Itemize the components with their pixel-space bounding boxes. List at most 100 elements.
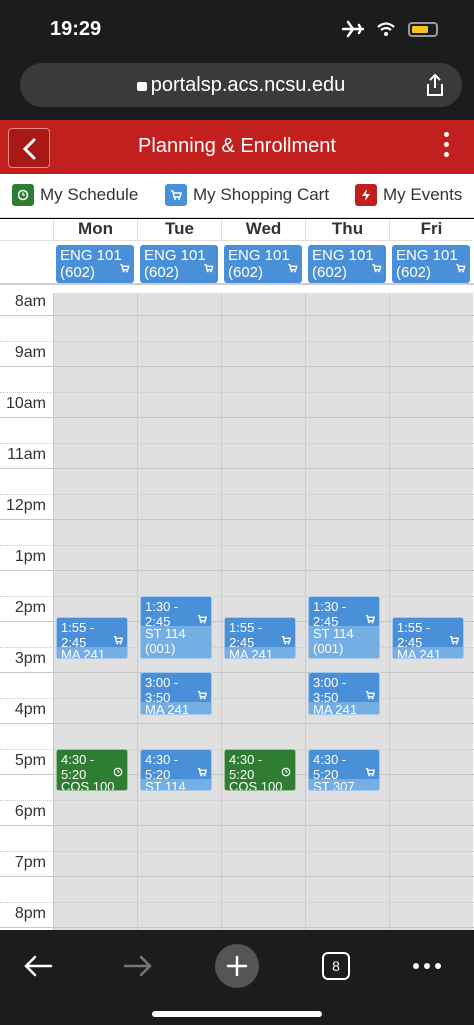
- day-header-fri: Fri: [389, 219, 473, 241]
- forward-arrow-icon[interactable]: [116, 944, 160, 988]
- home-indicator: [152, 1011, 322, 1017]
- half-hour-line: [0, 391, 474, 393]
- half-hour-line: [0, 901, 474, 903]
- legend-label: My Events: [383, 185, 463, 204]
- legend-my-schedule[interactable]: My Schedule: [12, 184, 138, 206]
- address-bar[interactable]: portalsp.acs.ncsu.edu: [20, 63, 462, 107]
- cart-event[interactable]: 1:55 - 2:45 MA 241: [56, 616, 128, 660]
- browser-toolbar: portalsp.acs.ncsu.edu: [0, 60, 474, 120]
- share-icon[interactable]: [424, 73, 446, 97]
- cart-event[interactable]: 4:30 - 5:20 ST 114: [140, 748, 212, 791]
- half-hour-line: [0, 493, 474, 495]
- event-course: MA 241: [61, 646, 106, 660]
- day-header-mon: Mon: [53, 219, 137, 241]
- event-course: MA 241: [397, 646, 442, 660]
- cart-event[interactable]: 3:00 - 3:50 MA 241: [308, 672, 380, 715]
- half-hour-line: [0, 544, 474, 546]
- legend-my-shopping-cart[interactable]: My Shopping Cart: [165, 184, 329, 206]
- event-body: COS 100: [57, 778, 127, 790]
- tabs-button[interactable]: 8: [322, 952, 350, 980]
- cart-icon: [165, 184, 187, 206]
- hour-line: [0, 366, 474, 367]
- event-course: MA 241: [229, 646, 274, 660]
- cart-icon: [203, 262, 214, 279]
- event-body: MA 241: [309, 702, 379, 714]
- hour-line: [0, 570, 474, 571]
- all-day-event[interactable]: ENG 101 (602): [56, 245, 134, 283]
- event-course: COS 100: [229, 778, 283, 791]
- day-header-thu: Thu: [305, 219, 389, 241]
- event-time: 4:30 - 5:20: [313, 751, 347, 782]
- half-hour-line: [0, 442, 474, 444]
- url-text: portalsp.acs.ncsu.edu: [150, 74, 346, 96]
- event-body: ST 114: [141, 778, 211, 790]
- lock-icon: [136, 82, 147, 91]
- all-day-row: ENG 101 (602) ENG 101 (602) ENG 101 (602) ENG …: [0, 241, 474, 285]
- schedule-event[interactable]: 4:30 - 5:20 COS 100: [56, 748, 128, 791]
- time-label: 7pm: [14, 854, 46, 871]
- event-body: MA 241: [225, 646, 295, 660]
- cart-event[interactable]: 4:30 - 5:20 ST 307: [308, 748, 380, 791]
- more-options-icon[interactable]: [405, 944, 449, 988]
- event-section: (001): [313, 640, 344, 656]
- cart-event[interactable]: 3:00 - 3:50 MA 241: [140, 672, 212, 715]
- legend-my-events[interactable]: My Events: [355, 184, 462, 206]
- event-course: ST 114: [313, 625, 354, 641]
- calendar-legend: My Schedule My Shopping Cart My Events: [0, 174, 474, 218]
- time-label: 8am: [14, 293, 46, 310]
- new-tab-plus-icon[interactable]: [215, 944, 259, 988]
- time-label: 4pm: [14, 701, 46, 718]
- all-day-event[interactable]: ENG 101 (602): [224, 245, 302, 283]
- cart-icon: [455, 262, 466, 279]
- week-calendar: Mon Tue Wed Thu Fri ENG 101 (602) ENG 101 (602)…: [0, 219, 474, 930]
- event-body: ST 114 (001): [309, 625, 379, 659]
- wifi-icon: [377, 22, 395, 36]
- cart-event[interactable]: 1:30 - 2:45 ST 114 (001): [140, 595, 212, 660]
- time-grid: 8am 9am 10am 11am 12pm 1pm 2pm 3pm 4pm 5pm 6pm 7pm 8…: [0, 293, 474, 930]
- hour-line: [0, 672, 474, 673]
- time-label: 3pm: [14, 650, 46, 667]
- event-time: 1:55 - 2:45: [397, 619, 431, 650]
- cart-event[interactable]: 1:55 - 2:45 MA 241: [224, 616, 296, 660]
- status-bar: 19:29: [0, 0, 474, 60]
- time-label: 9am: [14, 344, 46, 361]
- all-day-event[interactable]: ENG 101 (602): [392, 245, 470, 283]
- event-body: ST 114 (001): [141, 625, 211, 659]
- cart-icon: [287, 262, 298, 279]
- time-label: 5pm: [14, 752, 46, 769]
- event-body: ST 307: [309, 778, 379, 791]
- event-course: MA 241: [145, 702, 190, 715]
- more-menu-icon[interactable]: [438, 132, 454, 162]
- hour-line: [0, 876, 474, 877]
- hour-line: [0, 723, 474, 724]
- legend-label: My Schedule: [40, 185, 139, 204]
- all-day-event[interactable]: ENG 101 (602): [308, 245, 386, 283]
- hour-line: [0, 315, 474, 316]
- hour-line: [0, 468, 474, 469]
- time-label: 8pm: [14, 905, 46, 922]
- event-section: (001): [145, 640, 176, 656]
- event-time: 3:00 - 3:50: [313, 675, 347, 705]
- cart-icon: [371, 262, 382, 279]
- cart-event[interactable]: 1:30 - 2:45 ST 114 (001): [308, 595, 380, 660]
- back-arrow-icon[interactable]: [16, 944, 60, 988]
- event-body: MA 241: [141, 702, 211, 714]
- all-day-event[interactable]: ENG 101 (602): [140, 245, 218, 283]
- cart-event[interactable]: 1:55 - 2:45 MA 241: [392, 616, 464, 660]
- day-header-wed: Wed: [221, 219, 305, 241]
- event-course: ST 114: [145, 625, 186, 641]
- legend-label: My Shopping Cart: [193, 185, 330, 204]
- header-corner: [0, 219, 53, 241]
- hour-line: [0, 417, 474, 418]
- half-hour-line: [0, 595, 474, 597]
- event-body: MA 241: [393, 646, 463, 660]
- event-time: 4:30 - 5:20: [61, 751, 95, 782]
- event-course: ST 307: [313, 778, 355, 791]
- event-time: 4:30 - 5:20: [145, 751, 179, 782]
- time-label: 1pm: [14, 548, 46, 565]
- battery-icon: [408, 21, 438, 37]
- day-column: [389, 293, 473, 930]
- schedule-event[interactable]: 4:30 - 5:20 COS 100: [224, 748, 296, 791]
- event-time: 4:30 - 5:20: [229, 751, 263, 782]
- event-time: 1:30 - 2:45: [145, 598, 179, 629]
